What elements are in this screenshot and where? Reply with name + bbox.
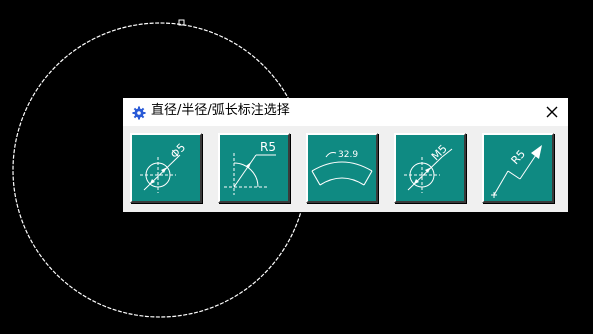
radius-dimension-icon: R5 xyxy=(224,140,276,195)
radius-label: R5 xyxy=(260,140,276,154)
diameter-dimension-icon: Φ5 xyxy=(140,141,188,193)
gear-icon xyxy=(132,105,146,120)
arc-length-label: 32.9 xyxy=(338,150,358,160)
callout-label: M5 xyxy=(429,142,450,163)
dialog-title: 直径/半径/弧长标注选择 xyxy=(151,103,290,118)
jogged-radius-label: R5 xyxy=(509,147,528,167)
jogged-radius-dimension-icon: R5 xyxy=(491,145,542,198)
close-icon xyxy=(546,106,558,118)
diameter-callout-dimension-button[interactable]: M5 xyxy=(394,133,466,203)
dimension-select-dialog: 直径/半径/弧长标注选择 Φ5 R5 32.9 M5 R5 xyxy=(123,98,568,212)
diameter-label: Φ5 xyxy=(168,141,188,161)
arc-length-dimension-button[interactable]: 32.9 xyxy=(306,133,378,203)
close-button[interactable] xyxy=(542,102,562,122)
diameter-callout-dimension-icon: M5 xyxy=(404,142,453,193)
title-bar[interactable]: 直径/半径/弧长标注选择 xyxy=(123,98,568,126)
jogged-radius-dimension-button[interactable]: R5 xyxy=(482,133,554,203)
arc-length-dimension-icon: 32.9 xyxy=(311,150,373,186)
radius-dimension-button[interactable]: R5 xyxy=(218,133,290,203)
diameter-dimension-button[interactable]: Φ5 xyxy=(130,133,202,203)
